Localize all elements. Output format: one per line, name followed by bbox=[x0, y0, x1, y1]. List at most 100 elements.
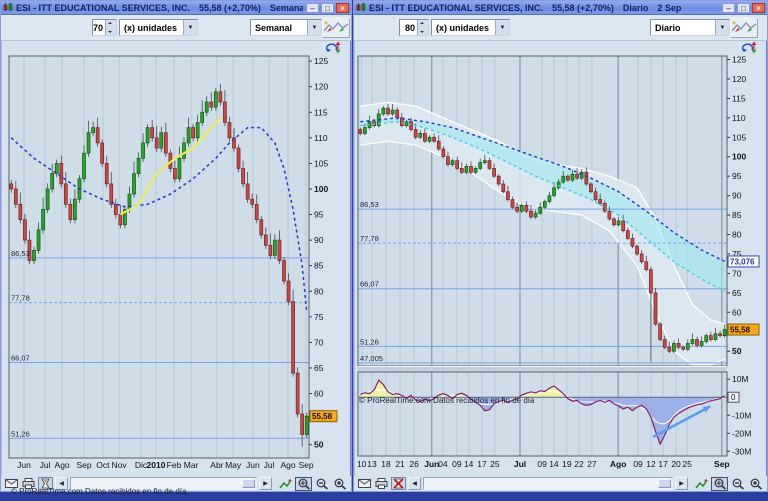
svg-text:65: 65 bbox=[732, 288, 742, 298]
trend-icon bbox=[695, 478, 709, 490]
svg-text:Oct: Oct bbox=[96, 460, 110, 470]
svg-text:Nov: Nov bbox=[112, 460, 128, 470]
zoom-select-button[interactable] bbox=[711, 477, 728, 491]
close-button[interactable]: × bbox=[336, 3, 349, 13]
zoom-out-button[interactable] bbox=[313, 477, 330, 491]
svg-text:Jul: Jul bbox=[264, 460, 275, 470]
chart-type-button[interactable] bbox=[322, 18, 350, 38]
zoom-in-button[interactable] bbox=[331, 477, 348, 491]
svg-text:115: 115 bbox=[732, 93, 746, 103]
zoom-in-button[interactable] bbox=[747, 477, 764, 491]
svg-text:55,58: 55,58 bbox=[312, 412, 333, 421]
printer-icon bbox=[375, 478, 388, 489]
close-button[interactable]: × bbox=[752, 3, 765, 13]
svg-text:60: 60 bbox=[732, 307, 742, 317]
svg-text:80: 80 bbox=[314, 286, 324, 296]
zoom-out-icon bbox=[731, 478, 745, 490]
stepper-arrows-icon[interactable] bbox=[417, 20, 428, 35]
trend-icon bbox=[279, 478, 293, 490]
zoom-in-icon bbox=[333, 478, 347, 490]
chart-area-daily[interactable]: 1013182126Jun0409141725Jul0914192227Ago0… bbox=[354, 41, 767, 478]
titlebar[interactable]: ESI - ITT EDUCATIONAL SERVICES, INC. 55,… bbox=[1, 1, 351, 15]
period-dropdown[interactable]: Diario ▼ bbox=[650, 19, 730, 36]
candlestick-app-icon bbox=[356, 0, 366, 17]
svg-text:95: 95 bbox=[732, 171, 742, 181]
maximize-button[interactable]: □ bbox=[737, 3, 750, 13]
scale-reset-icon[interactable] bbox=[323, 41, 341, 54]
svg-text:86,53: 86,53 bbox=[11, 249, 30, 258]
intraday-disabled-button[interactable] bbox=[391, 477, 406, 490]
svg-text:-20M: -20M bbox=[732, 428, 751, 438]
svg-text:100: 100 bbox=[732, 152, 746, 162]
chevron-down-icon[interactable]: ▼ bbox=[307, 20, 321, 35]
units-mode-dropdown[interactable]: (x) unidades ▼ bbox=[119, 19, 198, 36]
svg-text:26: 26 bbox=[409, 459, 419, 469]
horizontal-scrollbar[interactable] bbox=[423, 477, 673, 490]
units-count-value: 70 bbox=[93, 23, 105, 33]
svg-text:66,07: 66,07 bbox=[11, 354, 30, 363]
zoom-in-icon bbox=[749, 478, 763, 490]
svg-text:09: 09 bbox=[537, 459, 547, 469]
print-button[interactable] bbox=[374, 477, 389, 490]
plot-area bbox=[9, 56, 309, 458]
chart-type-icon bbox=[731, 20, 757, 35]
svg-text:55,58: 55,58 bbox=[730, 326, 751, 335]
svg-text:Sep: Sep bbox=[298, 460, 313, 470]
window-controls: – □ × bbox=[722, 3, 765, 13]
units-mode-dropdown[interactable]: (x) unidades ▼ bbox=[431, 19, 510, 36]
titlebar[interactable]: ESI - ITT EDUCATIONAL SERVICES, INC. 55,… bbox=[354, 1, 767, 15]
svg-text:22: 22 bbox=[574, 459, 584, 469]
auto-scale-button[interactable] bbox=[277, 477, 294, 491]
scroll-right-button[interactable]: ▶ bbox=[675, 477, 688, 490]
minimize-button[interactable]: – bbox=[306, 3, 319, 13]
window-title: ESI - ITT EDUCATIONAL SERVICES, INC. 55,… bbox=[16, 3, 303, 13]
chevron-down-icon[interactable]: ▼ bbox=[715, 20, 729, 35]
stepper-arrows-icon[interactable] bbox=[105, 20, 116, 35]
svg-text:10M: 10M bbox=[732, 374, 749, 384]
quote-value: 55,58 (+2,70%) bbox=[199, 3, 261, 13]
svg-text:17: 17 bbox=[658, 459, 668, 469]
svg-text:14: 14 bbox=[464, 459, 474, 469]
units-count-stepper[interactable]: 70 bbox=[92, 19, 117, 36]
svg-text:70: 70 bbox=[732, 268, 742, 278]
weekly-price-chart[interactable]: JunJulAgoSepOctNovDic2010FebMarAbrMayJun… bbox=[1, 41, 353, 478]
svg-text:21: 21 bbox=[395, 459, 405, 469]
svg-text:09: 09 bbox=[633, 459, 643, 469]
chart-area-weekly[interactable]: JunJulAgoSepOctNovDic2010FebMarAbrMayJun… bbox=[1, 41, 351, 478]
svg-text:10: 10 bbox=[357, 459, 367, 469]
svg-text:19: 19 bbox=[562, 459, 572, 469]
chart-type-button[interactable] bbox=[730, 18, 758, 38]
price-tag: 73,076 bbox=[728, 256, 759, 267]
svg-text:-30M: -30M bbox=[732, 446, 751, 456]
svg-text:120: 120 bbox=[314, 82, 328, 92]
svg-text:110: 110 bbox=[732, 113, 746, 123]
daily-price-chart[interactable]: 1013182126Jun0409141725Jul0914192227Ago0… bbox=[354, 41, 768, 478]
scale-reset-icon[interactable] bbox=[739, 41, 757, 54]
chevron-down-icon[interactable]: ▼ bbox=[495, 20, 509, 35]
email-button[interactable] bbox=[357, 477, 372, 490]
svg-text:60: 60 bbox=[314, 389, 324, 399]
svg-text:Sep: Sep bbox=[76, 460, 91, 470]
auto-scale-button[interactable] bbox=[693, 477, 710, 491]
svg-text:27: 27 bbox=[587, 459, 597, 469]
svg-text:17: 17 bbox=[477, 459, 487, 469]
scroll-left-button[interactable]: ◀ bbox=[408, 477, 421, 490]
zoom-select-button[interactable] bbox=[295, 477, 312, 491]
scroll-right-button[interactable]: ▶ bbox=[259, 477, 272, 490]
chevron-down-icon[interactable]: ▼ bbox=[183, 20, 197, 35]
svg-text:Jul: Jul bbox=[514, 459, 526, 469]
minimize-button[interactable]: – bbox=[722, 3, 735, 13]
scrollbar-thumb[interactable] bbox=[658, 479, 671, 488]
svg-text:105: 105 bbox=[314, 158, 328, 168]
svg-text:25: 25 bbox=[490, 459, 500, 469]
svg-text:125: 125 bbox=[314, 56, 328, 66]
chart-window-daily: ESI - ITT EDUCATIONAL SERVICES, INC. 55,… bbox=[353, 0, 768, 492]
zoom-out-button[interactable] bbox=[729, 477, 746, 491]
maximize-button[interactable]: □ bbox=[321, 3, 334, 13]
copyright-text: © ProRealTime.com Datos recibidos en fin… bbox=[359, 396, 534, 405]
scrollbar-thumb[interactable] bbox=[242, 479, 255, 488]
svg-text:Jun: Jun bbox=[17, 460, 31, 470]
svg-text:115: 115 bbox=[314, 107, 328, 117]
period-dropdown[interactable]: Semanal ▼ bbox=[250, 19, 322, 36]
units-count-stepper[interactable]: 80 bbox=[399, 19, 429, 36]
